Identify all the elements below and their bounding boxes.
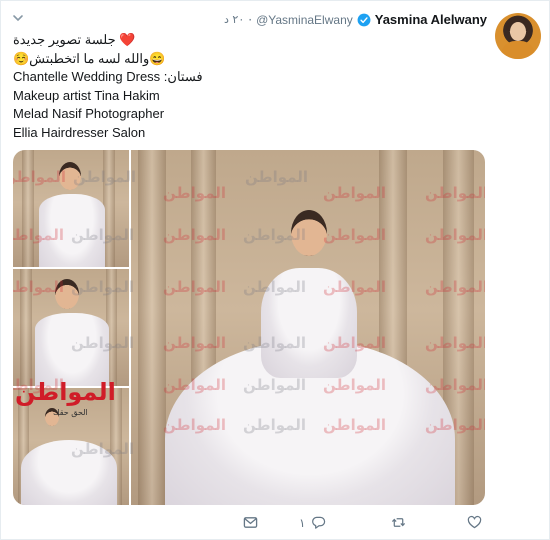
like-icon [467, 515, 482, 529]
media-logo: المواطن الحق حقك [15, 378, 127, 420]
author-handle[interactable]: @YasminaElwany [256, 13, 353, 27]
reply-count: ١ [299, 515, 306, 530]
tweet-text-line: 😄والله لسه ما اتخطبتش☺️ [13, 50, 166, 66]
reply-icon [312, 516, 326, 529]
retweet-icon [391, 518, 406, 527]
tweet-text: ❤️ جلسة تصوير جديدة 😄والله لسه ما اتخطبت… [13, 31, 483, 142]
media-photo-main[interactable] [131, 150, 485, 505]
tweet-header: ٢٠ د · @YasminaElwany Yasmina Alelwany [224, 12, 487, 27]
chevron-down-icon[interactable] [11, 11, 25, 25]
verified-badge-icon [357, 13, 371, 26]
separator-dot: · [248, 12, 253, 27]
media-photo-2[interactable] [13, 269, 129, 386]
logo-subtext: الحق حقك [53, 408, 88, 417]
tweet-text-line: Makeup artist Tina Hakim [13, 87, 160, 103]
author-name[interactable]: Yasmina Alelwany [375, 12, 487, 27]
reply-button[interactable]: ١ [299, 515, 326, 530]
logo-text: المواطن [15, 378, 116, 406]
tweet-card: ٢٠ د · @YasminaElwany Yasmina Alelwany ❤… [0, 0, 550, 540]
tweet-actions: ١ [1, 515, 550, 535]
media-photo-1[interactable] [13, 150, 129, 267]
tweet-media-grid: المواطن المواطن المواطن المواطن المواطن … [13, 150, 485, 505]
tweet-text-line: ❤️ جلسة تصوير جديدة [13, 32, 136, 47]
like-button[interactable] [467, 515, 482, 530]
tweet-text-line: Ellia Hairdresser Salon [13, 124, 146, 140]
dm-button[interactable] [243, 515, 258, 530]
tweet-text-line: فستان: Chantelle Wedding Dress [13, 69, 203, 84]
avatar[interactable] [495, 13, 541, 59]
retweet-button[interactable] [391, 515, 406, 530]
tweet-date[interactable]: ٢٠ د [224, 13, 244, 26]
tweet-text-line: Melad Nasif Photographer [13, 106, 165, 121]
mail-icon [243, 517, 258, 528]
